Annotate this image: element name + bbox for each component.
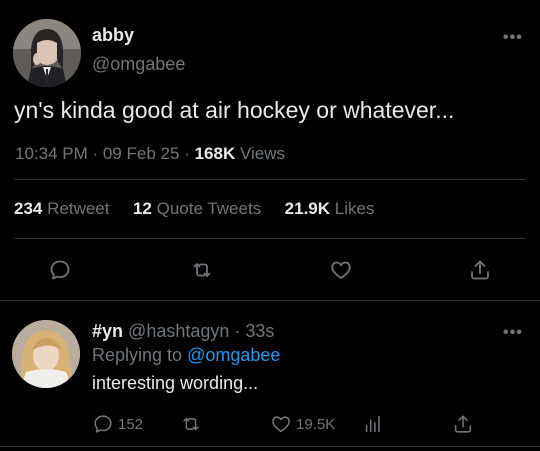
reply-header: #yn @hashtagyn · 33s	[92, 321, 275, 341]
divider	[0, 446, 540, 447]
more-icon[interactable]: •••	[503, 324, 523, 342]
share-icon	[454, 415, 472, 433]
tweet-text: yn's kinda good at air hockey or whateve…	[14, 97, 455, 123]
tweet-time[interactable]: 10:34 PM	[15, 144, 88, 163]
reply-like-count: 19.5K	[296, 415, 336, 433]
reply-analytics-button[interactable]	[362, 412, 384, 436]
quotes-stat[interactable]: 12 Quote Tweets	[133, 199, 261, 218]
tweet-date[interactable]: 09 Feb 25	[103, 144, 180, 163]
analytics-icon	[365, 415, 380, 433]
reply-share-button[interactable]	[452, 412, 474, 436]
retweets-stat[interactable]: 234 Retweet	[14, 199, 109, 218]
share-icon[interactable]	[466, 256, 494, 284]
reply-count: 152	[118, 415, 144, 433]
divider	[14, 238, 526, 239]
divider	[14, 179, 526, 180]
like-icon[interactable]	[327, 256, 355, 284]
reply-like-button[interactable]: 19.5K	[270, 412, 335, 436]
reply-time[interactable]: 33s	[245, 321, 274, 341]
reply-author-name[interactable]: #yn	[92, 321, 123, 341]
reply-icon[interactable]	[46, 256, 74, 284]
replying-prefix: Replying to	[92, 345, 183, 365]
reply-author-handle[interactable]: @hashtagyn	[128, 321, 229, 341]
views-count: 168K	[194, 144, 236, 163]
author-avatar[interactable]	[13, 19, 81, 87]
reply-retweet-button[interactable]	[180, 412, 202, 436]
reply-avatar[interactable]	[12, 320, 80, 388]
retweet-icon	[183, 417, 199, 431]
retweet-icon[interactable]	[188, 256, 216, 284]
more-icon[interactable]: •••	[503, 29, 523, 47]
author-handle[interactable]: @omgabee	[92, 54, 185, 75]
likes-stat[interactable]: 21.9K Likes	[285, 199, 375, 218]
tweet-stats: 234 Retweet 12 Quote Tweets 21.9K Likes	[14, 199, 374, 219]
views-label: Views	[239, 144, 285, 163]
author-name[interactable]: abby	[92, 25, 134, 46]
reply-reply-button[interactable]: 152	[92, 412, 143, 436]
replying-to: Replying to @omgabee	[92, 345, 280, 366]
reply-icon	[94, 415, 112, 433]
tweet-meta: 10:34 PM · 09 Feb 25 · 168K Views	[15, 144, 285, 163]
divider	[0, 300, 540, 301]
like-icon	[272, 416, 290, 433]
reply-text: interesting wording...	[92, 373, 259, 393]
replying-mention[interactable]: @omgabee	[187, 345, 280, 365]
